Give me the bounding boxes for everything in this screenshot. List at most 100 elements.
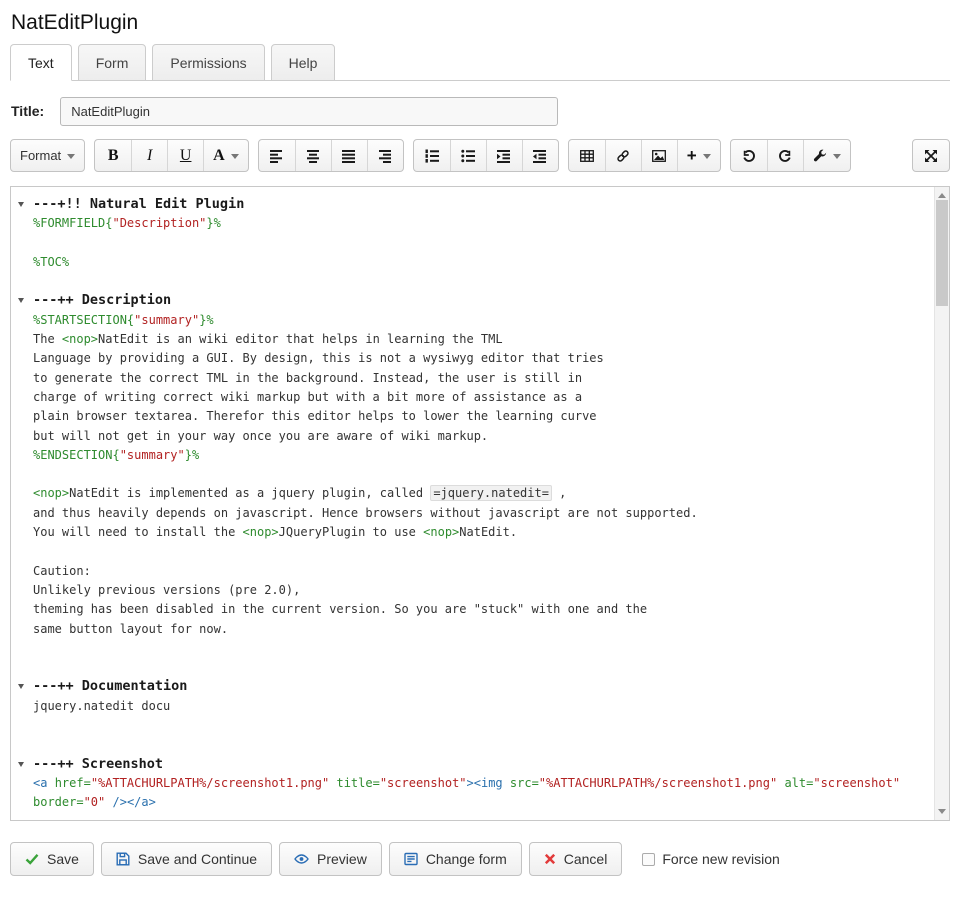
editor-line[interactable]: and thus heavily depends on javascript. … [33, 504, 930, 523]
underline-button[interactable]: U [167, 140, 203, 171]
editor-line[interactable]: same button layout for now. [33, 620, 930, 639]
editor-text-segment: Caution: [33, 564, 91, 578]
editor-line[interactable]: %ENDSECTION{"summary"}% [33, 446, 930, 465]
tools-dropdown[interactable] [803, 140, 850, 171]
link-icon [616, 149, 630, 163]
align-justify-button[interactable] [331, 140, 367, 171]
indent-button[interactable] [486, 140, 522, 171]
scrollbar-thumb[interactable] [936, 200, 948, 306]
chevron-down-icon [833, 154, 841, 159]
fullscreen-button[interactable] [913, 140, 949, 171]
redo-button[interactable] [767, 140, 803, 171]
redo-icon [778, 149, 792, 163]
editor-line[interactable]: You will need to install the <nop>JQuery… [33, 523, 930, 542]
editor-line[interactable] [33, 234, 930, 253]
scroll-down-icon[interactable] [938, 809, 946, 814]
editor-text-segment: jquery.natedit docu [33, 699, 170, 713]
force-new-revision-option: Force new revision [642, 851, 780, 867]
editor-text-segment: alt= [784, 776, 813, 790]
tab-permissions[interactable]: Permissions [152, 44, 264, 81]
wrench-icon [813, 149, 827, 163]
save-and-continue-button[interactable]: Save and Continue [101, 842, 272, 876]
tab-help[interactable]: Help [271, 44, 336, 81]
undo-button[interactable] [731, 140, 767, 171]
editor-line[interactable] [33, 639, 930, 658]
editor-line[interactable]: Caution: [33, 562, 930, 581]
scroll-up-icon[interactable] [938, 193, 946, 198]
fold-marker-icon[interactable] [18, 202, 24, 207]
format-dropdown-label: Format [20, 148, 61, 163]
editor-line[interactable]: ---++ Documentation [33, 677, 930, 696]
chevron-down-icon [67, 154, 75, 159]
editor-line[interactable]: %TOC% [33, 253, 930, 272]
editor-text-segment: }% [206, 216, 220, 230]
wiki-text-editor[interactable]: ---+!! Natural Edit Plugin%FORMFIELD{"De… [10, 186, 950, 821]
format-dropdown[interactable]: Format [11, 140, 84, 171]
align-right-button[interactable] [367, 140, 403, 171]
insert-link-button[interactable] [605, 140, 641, 171]
unordered-list-icon [461, 149, 475, 163]
editor-line[interactable]: plain browser textarea. Therefor this ed… [33, 407, 930, 426]
preview-button[interactable]: Preview [279, 842, 382, 876]
italic-button[interactable]: I [131, 140, 167, 171]
bold-button[interactable]: B [95, 140, 131, 171]
change-form-button[interactable]: Change form [389, 842, 522, 876]
underline-icon: U [180, 147, 192, 165]
tab-form[interactable]: Form [78, 44, 147, 81]
text-style-group: B I U A [94, 139, 249, 172]
editor-line[interactable]: border="0" /></a> [33, 793, 930, 812]
editor-line[interactable]: jquery.natedit docu [33, 697, 930, 716]
fold-marker-icon[interactable] [18, 298, 24, 303]
editor-text-segment: border= [33, 795, 84, 809]
editor-line[interactable] [33, 542, 930, 561]
insert-more-dropdown[interactable]: + [677, 140, 720, 171]
fold-marker-icon[interactable] [18, 684, 24, 689]
editor-scrollbar[interactable] [934, 187, 949, 820]
insert-image-button[interactable] [641, 140, 677, 171]
editor-line[interactable]: %FORMFIELD{"Description"}% [33, 214, 930, 233]
unordered-list-button[interactable] [450, 140, 486, 171]
editor-text-segment: <nop> [423, 525, 459, 539]
font-color-dropdown[interactable]: A [203, 140, 248, 171]
ordered-list-button[interactable] [414, 140, 450, 171]
editor-line[interactable] [33, 465, 930, 484]
outdent-icon [533, 149, 547, 163]
align-center-button[interactable] [295, 140, 331, 171]
tab-text[interactable]: Text [10, 44, 72, 81]
title-input[interactable] [60, 97, 558, 126]
align-left-button[interactable] [259, 140, 295, 171]
editor-line[interactable]: <nop>NatEdit is implemented as a jquery … [33, 484, 930, 503]
editor-line[interactable]: ---++ Screenshot [33, 755, 930, 774]
editor-content[interactable]: ---+!! Natural Edit Plugin%FORMFIELD{"De… [11, 187, 934, 820]
editor-line[interactable]: theming has been disabled in the current… [33, 600, 930, 619]
editor-line[interactable] [33, 658, 930, 677]
align-justify-icon [342, 149, 356, 163]
editor-line[interactable]: Unlikely previous versions (pre 2.0), [33, 581, 930, 600]
editor-text-segment: <nop> [33, 486, 69, 500]
editor-line[interactable]: charge of writing correct wiki markup bu… [33, 388, 930, 407]
editor-line[interactable]: Language by providing a GUI. By design, … [33, 349, 930, 368]
editor-line[interactable]: The <nop>NatEdit is an wiki editor that … [33, 330, 930, 349]
action-bar: Save Save and Continue Preview Change fo… [10, 842, 950, 876]
cancel-button[interactable]: Cancel [529, 842, 623, 876]
natedit-page: NatEditPlugin Text Form Permissions Help… [0, 11, 960, 876]
save-button[interactable]: Save [10, 842, 94, 876]
editor-line[interactable]: but will not get in your way once you ar… [33, 427, 930, 446]
editor-line[interactable]: <a href="%ATTACHURLPATH%/screenshot1.png… [33, 774, 930, 793]
editor-line[interactable]: ---++ Description [33, 291, 930, 310]
editor-line[interactable]: ---+!! Natural Edit Plugin [33, 195, 930, 214]
force-new-revision-checkbox[interactable] [642, 853, 655, 866]
form-icon [404, 852, 418, 866]
editor-line[interactable]: to generate the correct TML in the backg… [33, 369, 930, 388]
editor-line[interactable]: %STARTSECTION{"summary"}% [33, 311, 930, 330]
editor-line[interactable] [33, 272, 930, 291]
outdent-button[interactable] [522, 140, 558, 171]
ordered-list-icon [425, 149, 439, 163]
insert-table-button[interactable] [569, 140, 605, 171]
editor-line[interactable] [33, 716, 930, 735]
fullscreen-icon [924, 149, 938, 163]
editor-text-segment: <a [33, 776, 55, 790]
force-new-revision-label: Force new revision [662, 851, 780, 867]
editor-line[interactable] [33, 735, 930, 754]
fold-marker-icon[interactable] [18, 762, 24, 767]
